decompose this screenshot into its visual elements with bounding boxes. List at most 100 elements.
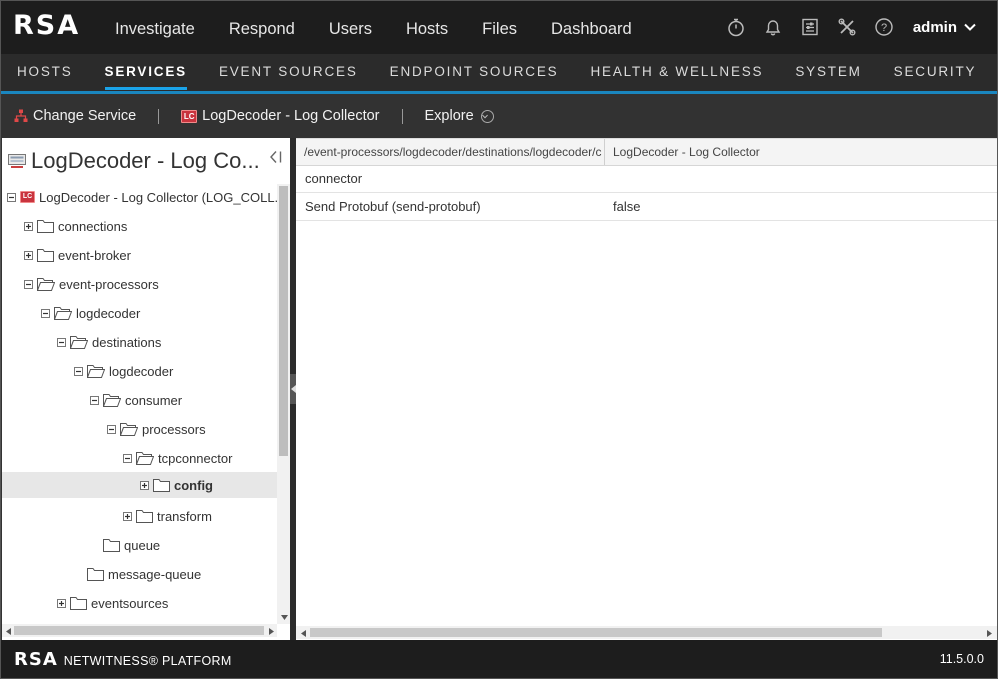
tree-node-root[interactable]: LC LogDecoder - Log Collector (LOG_COLL.… bbox=[2, 184, 277, 210]
change-service-button[interactable]: Change Service bbox=[14, 108, 136, 124]
collapse-toggle-icon[interactable] bbox=[123, 453, 132, 463]
nav-investigate[interactable]: Investigate bbox=[98, 0, 212, 54]
tree-node-label: eventsources bbox=[91, 595, 169, 611]
scroll-right-icon[interactable] bbox=[266, 626, 276, 636]
collapse-toggle-icon[interactable] bbox=[24, 279, 33, 289]
tree-node-label: logdecoder bbox=[109, 363, 174, 379]
tree-node-tcpconnector[interactable]: tcpconnector bbox=[2, 445, 277, 471]
service-toolbar: Change Service LC LogDecoder - Log Colle… bbox=[0, 94, 998, 138]
scroll-right-icon[interactable] bbox=[984, 628, 994, 638]
tree-node-processors[interactable]: processors bbox=[2, 416, 277, 442]
footer-product-name: NETWITNESS® PLATFORM bbox=[63, 654, 232, 668]
version-label: 11.5.0.0 bbox=[939, 652, 984, 666]
tab-security[interactable]: SECURITY bbox=[878, 54, 993, 91]
collapse-toggle-icon[interactable] bbox=[90, 395, 99, 405]
tree-node-consumer[interactable]: consumer bbox=[2, 387, 277, 413]
help-icon[interactable]: ? bbox=[866, 0, 903, 54]
nav-hosts[interactable]: Hosts bbox=[389, 0, 465, 54]
property-value[interactable]: false bbox=[605, 194, 997, 220]
tab-endpoint-sources[interactable]: ENDPOINT SOURCES bbox=[374, 54, 575, 91]
tree-node-eventsources[interactable]: eventsources bbox=[2, 590, 277, 616]
folder-icon bbox=[136, 509, 153, 523]
folder-icon bbox=[103, 538, 120, 552]
tree-node-message-queue[interactable]: message-queue bbox=[2, 561, 277, 587]
expand-toggle-icon[interactable] bbox=[24, 250, 33, 260]
tree-node-logdecoder-destination[interactable]: logdecoder bbox=[2, 358, 277, 384]
collapse-toggle-icon[interactable] bbox=[41, 308, 50, 318]
nav-users[interactable]: Users bbox=[312, 0, 389, 54]
tab-hosts[interactable]: HOSTS bbox=[1, 54, 89, 91]
tab-health-wellness[interactable]: HEALTH & WELLNESS bbox=[574, 54, 779, 91]
expand-toggle-icon[interactable] bbox=[123, 511, 132, 521]
grid-horizontal-scrollbar[interactable] bbox=[296, 626, 997, 639]
tab-event-sources[interactable]: EVENT SOURCES bbox=[203, 54, 374, 91]
username: admin bbox=[912, 18, 957, 36]
expand-toggle-icon[interactable] bbox=[140, 480, 149, 490]
column-header-path[interactable]: /event-processors/logdecoder/destination… bbox=[296, 139, 605, 165]
preferences-icon[interactable] bbox=[792, 0, 829, 54]
change-service-label: Change Service bbox=[33, 108, 137, 124]
grid-header: /event-processors/logdecoder/destination… bbox=[296, 138, 997, 166]
table-row[interactable]: connector bbox=[296, 166, 997, 193]
tree-node-logdecoder[interactable]: logdecoder bbox=[2, 300, 277, 326]
panel-title: LogDecoder - Log Co... bbox=[8, 148, 288, 174]
collapse-panel-icon[interactable] bbox=[268, 150, 284, 169]
tree-node-label: connections bbox=[58, 218, 128, 234]
tree-node-label: event-processors bbox=[59, 276, 159, 292]
admin-subnav: HOSTS SERVICES EVENT SOURCES ENDPOINT SO… bbox=[0, 54, 998, 91]
tree-node-label: processors bbox=[142, 421, 206, 437]
collapse-toggle-icon[interactable] bbox=[107, 424, 116, 434]
property-value bbox=[605, 166, 997, 192]
folder-open-icon bbox=[120, 422, 138, 436]
tree-node-label: config bbox=[174, 477, 213, 493]
bell-icon[interactable] bbox=[755, 0, 792, 54]
chevron-down-icon bbox=[964, 23, 976, 31]
properties-panel: /event-processors/logdecoder/destination… bbox=[296, 138, 998, 640]
tree-vertical-scrollbar[interactable] bbox=[277, 184, 290, 624]
collapse-toggle-icon[interactable] bbox=[74, 366, 83, 376]
scroll-left-icon[interactable] bbox=[298, 628, 308, 638]
folder-open-icon bbox=[87, 364, 105, 378]
property-name: connector bbox=[305, 171, 363, 186]
stopwatch-icon[interactable] bbox=[718, 0, 755, 54]
collapse-toggle-icon[interactable] bbox=[7, 192, 16, 202]
table-row[interactable]: Send Protobuf (send-protobuf) false bbox=[296, 194, 997, 221]
tree-node-transform[interactable]: transform bbox=[2, 503, 277, 529]
log-collector-badge-icon: LC bbox=[181, 109, 198, 123]
scrollbar-thumb[interactable] bbox=[279, 186, 288, 456]
svg-text:?: ? bbox=[881, 22, 887, 34]
tree-node-queue[interactable]: queue bbox=[2, 532, 277, 558]
tab-system[interactable]: SYSTEM bbox=[779, 54, 877, 91]
tree-node-config[interactable]: config bbox=[2, 472, 277, 498]
service-icon bbox=[8, 154, 26, 168]
scroll-left-icon[interactable] bbox=[3, 626, 13, 636]
rsa-logo[interactable]: RSA bbox=[13, 10, 80, 41]
tab-services[interactable]: SERVICES bbox=[89, 54, 203, 91]
user-menu[interactable]: admin bbox=[903, 19, 998, 36]
tree-node-event-processors[interactable]: event-processors bbox=[2, 271, 277, 297]
collapse-toggle-icon[interactable] bbox=[57, 337, 66, 347]
scroll-down-icon[interactable] bbox=[279, 612, 289, 622]
folder-open-icon bbox=[70, 335, 88, 349]
nav-files[interactable]: Files bbox=[465, 0, 534, 54]
tree-horizontal-scrollbar[interactable] bbox=[2, 624, 277, 637]
column-header-service[interactable]: LogDecoder - Log Collector bbox=[605, 139, 997, 165]
nav-dashboard[interactable]: Dashboard bbox=[534, 0, 649, 54]
tools-icon[interactable] bbox=[829, 0, 866, 54]
tree-node-connections[interactable]: connections bbox=[2, 213, 277, 239]
tree-node-label: transform bbox=[157, 508, 212, 524]
scrollbar-thumb[interactable] bbox=[14, 626, 264, 635]
expand-toggle-icon[interactable] bbox=[57, 598, 66, 608]
tree-node-label: destinations bbox=[92, 334, 162, 350]
nav-respond[interactable]: Respond bbox=[212, 0, 312, 54]
tree-node-label: queue bbox=[124, 537, 161, 553]
tree-node-label: LogDecoder - Log Collector (LOG_COLL... bbox=[39, 189, 277, 205]
explore-tree: LC LogDecoder - Log Collector (LOG_COLL.… bbox=[2, 184, 277, 624]
current-service[interactable]: LC LogDecoder - Log Collector bbox=[181, 108, 380, 124]
tree-node-destinations[interactable]: destinations bbox=[2, 329, 277, 355]
tree-node-event-broker[interactable]: event-broker bbox=[2, 242, 277, 268]
scrollbar-thumb[interactable] bbox=[310, 628, 882, 637]
explore-dropdown[interactable]: Explore bbox=[425, 108, 494, 124]
expand-toggle-icon[interactable] bbox=[24, 221, 33, 231]
